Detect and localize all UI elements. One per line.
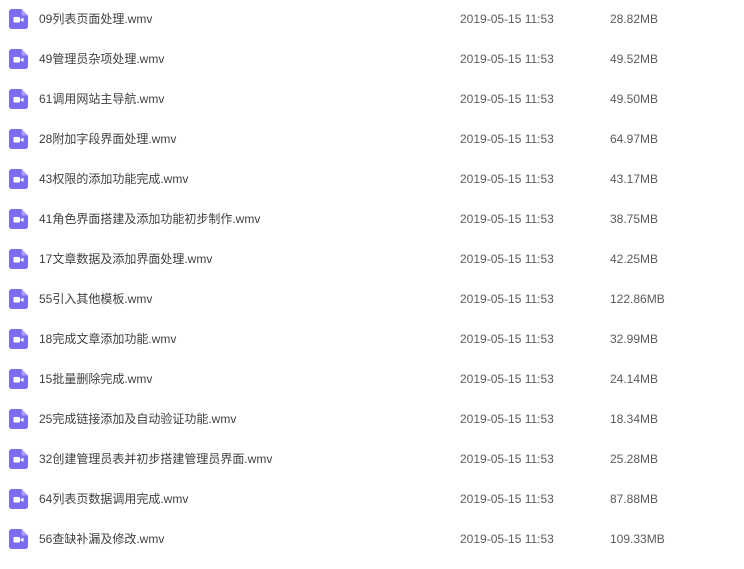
file-modified-date: 2019-05-15 11:53	[460, 52, 554, 66]
file-modified-date: 2019-05-15 11:53	[460, 12, 554, 26]
video-file-icon	[9, 529, 28, 549]
file-size: 122.86MB	[610, 292, 665, 306]
file-row[interactable]: 61调用网站主导航.wmv 2019-05-15 11:53 49.50MB	[0, 89, 744, 129]
file-size: 43.17MB	[610, 172, 659, 186]
file-row[interactable]: 28附加字段界面处理.wmv 2019-05-15 11:53 64.97MB	[0, 129, 744, 169]
file-row[interactable]: 25完成链接添加及自动验证功能.wmv 2019-05-15 11:53 18.34…	[0, 409, 744, 449]
video-file-icon	[9, 449, 28, 469]
file-name[interactable]: 32创建管理员表并初步搭建管理员界面.wmv	[39, 451, 272, 467]
file-size: 49.52MB	[610, 52, 659, 66]
file-modified-date: 2019-05-15 11:53	[460, 172, 554, 186]
file-size: 42.25MB	[610, 252, 659, 266]
file-row[interactable]: 32创建管理员表并初步搭建管理员界面.wmv 2019-05-15 11:53 25…	[0, 449, 744, 489]
file-size: 64.97MB	[610, 132, 659, 146]
file-modified-date: 2019-05-15 11:53	[460, 252, 554, 266]
video-file-icon	[9, 169, 28, 189]
file-size: 28.82MB	[610, 12, 659, 26]
video-file-icon	[9, 369, 28, 389]
file-row[interactable]: 18完成文章添加功能.wmv 2019-05-15 11:53 32.99MB	[0, 329, 744, 369]
video-file-icon	[9, 209, 28, 229]
file-size: 49.50MB	[610, 92, 659, 106]
file-name[interactable]: 18完成文章添加功能.wmv	[39, 331, 176, 347]
file-modified-date: 2019-05-15 11:53	[460, 292, 554, 306]
file-name[interactable]: 61调用网站主导航.wmv	[39, 91, 164, 107]
file-modified-date: 2019-05-15 11:53	[460, 412, 554, 426]
video-file-icon	[9, 409, 28, 429]
file-row[interactable]: 17文章数据及添加界面处理.wmv 2019-05-15 11:53 42.25MB	[0, 249, 744, 289]
video-file-icon	[9, 249, 28, 269]
file-name[interactable]: 28附加字段界面处理.wmv	[39, 131, 176, 147]
file-modified-date: 2019-05-15 11:53	[460, 132, 554, 146]
video-file-icon	[9, 489, 28, 509]
file-size: 109.33MB	[610, 532, 665, 546]
file-modified-date: 2019-05-15 11:53	[460, 372, 554, 386]
file-name[interactable]: 09列表页面处理.wmv	[39, 11, 152, 27]
file-size: 24.14MB	[610, 372, 659, 386]
file-name[interactable]: 17文章数据及添加界面处理.wmv	[39, 251, 212, 267]
file-name[interactable]: 49管理员杂项处理.wmv	[39, 51, 164, 67]
file-modified-date: 2019-05-15 11:53	[460, 532, 554, 546]
file-modified-date: 2019-05-15 11:53	[460, 452, 554, 466]
video-file-icon	[9, 289, 28, 309]
video-file-icon	[9, 89, 28, 109]
file-row[interactable]: 09列表页面处理.wmv 2019-05-15 11:53 28.82MB	[0, 9, 744, 49]
file-name[interactable]: 25完成链接添加及自动验证功能.wmv	[39, 411, 236, 427]
file-name[interactable]: 56查缺补漏及修改.wmv	[39, 531, 164, 547]
video-file-icon	[9, 49, 28, 69]
file-name[interactable]: 43权限的添加功能完成.wmv	[39, 171, 188, 187]
file-modified-date: 2019-05-15 11:53	[460, 332, 554, 346]
file-size: 32.99MB	[610, 332, 659, 346]
file-name[interactable]: 64列表页数据调用完成.wmv	[39, 491, 188, 507]
file-modified-date: 2019-05-15 11:53	[460, 212, 554, 226]
file-row[interactable]: 41角色界面搭建及添加功能初步制作.wmv 2019-05-15 11:53 38.…	[0, 209, 744, 249]
video-file-icon	[9, 129, 28, 149]
file-modified-date: 2019-05-15 11:53	[460, 492, 554, 506]
file-size: 38.75MB	[610, 212, 659, 226]
file-size: 87.88MB	[610, 492, 659, 506]
file-row[interactable]: 15批量删除完成.wmv 2019-05-15 11:53 24.14MB	[0, 369, 744, 409]
video-file-icon	[9, 329, 28, 349]
file-name[interactable]: 15批量删除完成.wmv	[39, 371, 152, 387]
file-row[interactable]: 64列表页数据调用完成.wmv 2019-05-15 11:53 87.88MB	[0, 489, 744, 529]
file-size: 25.28MB	[610, 452, 659, 466]
file-row[interactable]: 49管理员杂项处理.wmv 2019-05-15 11:53 49.52MB	[0, 49, 744, 89]
video-file-icon	[9, 9, 28, 29]
file-row[interactable]: 55引入其他模板.wmv 2019-05-15 11:53 122.86MB	[0, 289, 744, 329]
file-row[interactable]: 56查缺补漏及修改.wmv 2019-05-15 11:53 109.33MB	[0, 529, 744, 569]
file-row[interactable]: 43权限的添加功能完成.wmv 2019-05-15 11:53 43.17MB	[0, 169, 744, 209]
file-size: 18.34MB	[610, 412, 659, 426]
file-name[interactable]: 55引入其他模板.wmv	[39, 291, 152, 307]
file-modified-date: 2019-05-15 11:53	[460, 92, 554, 106]
file-name[interactable]: 41角色界面搭建及添加功能初步制作.wmv	[39, 211, 260, 227]
